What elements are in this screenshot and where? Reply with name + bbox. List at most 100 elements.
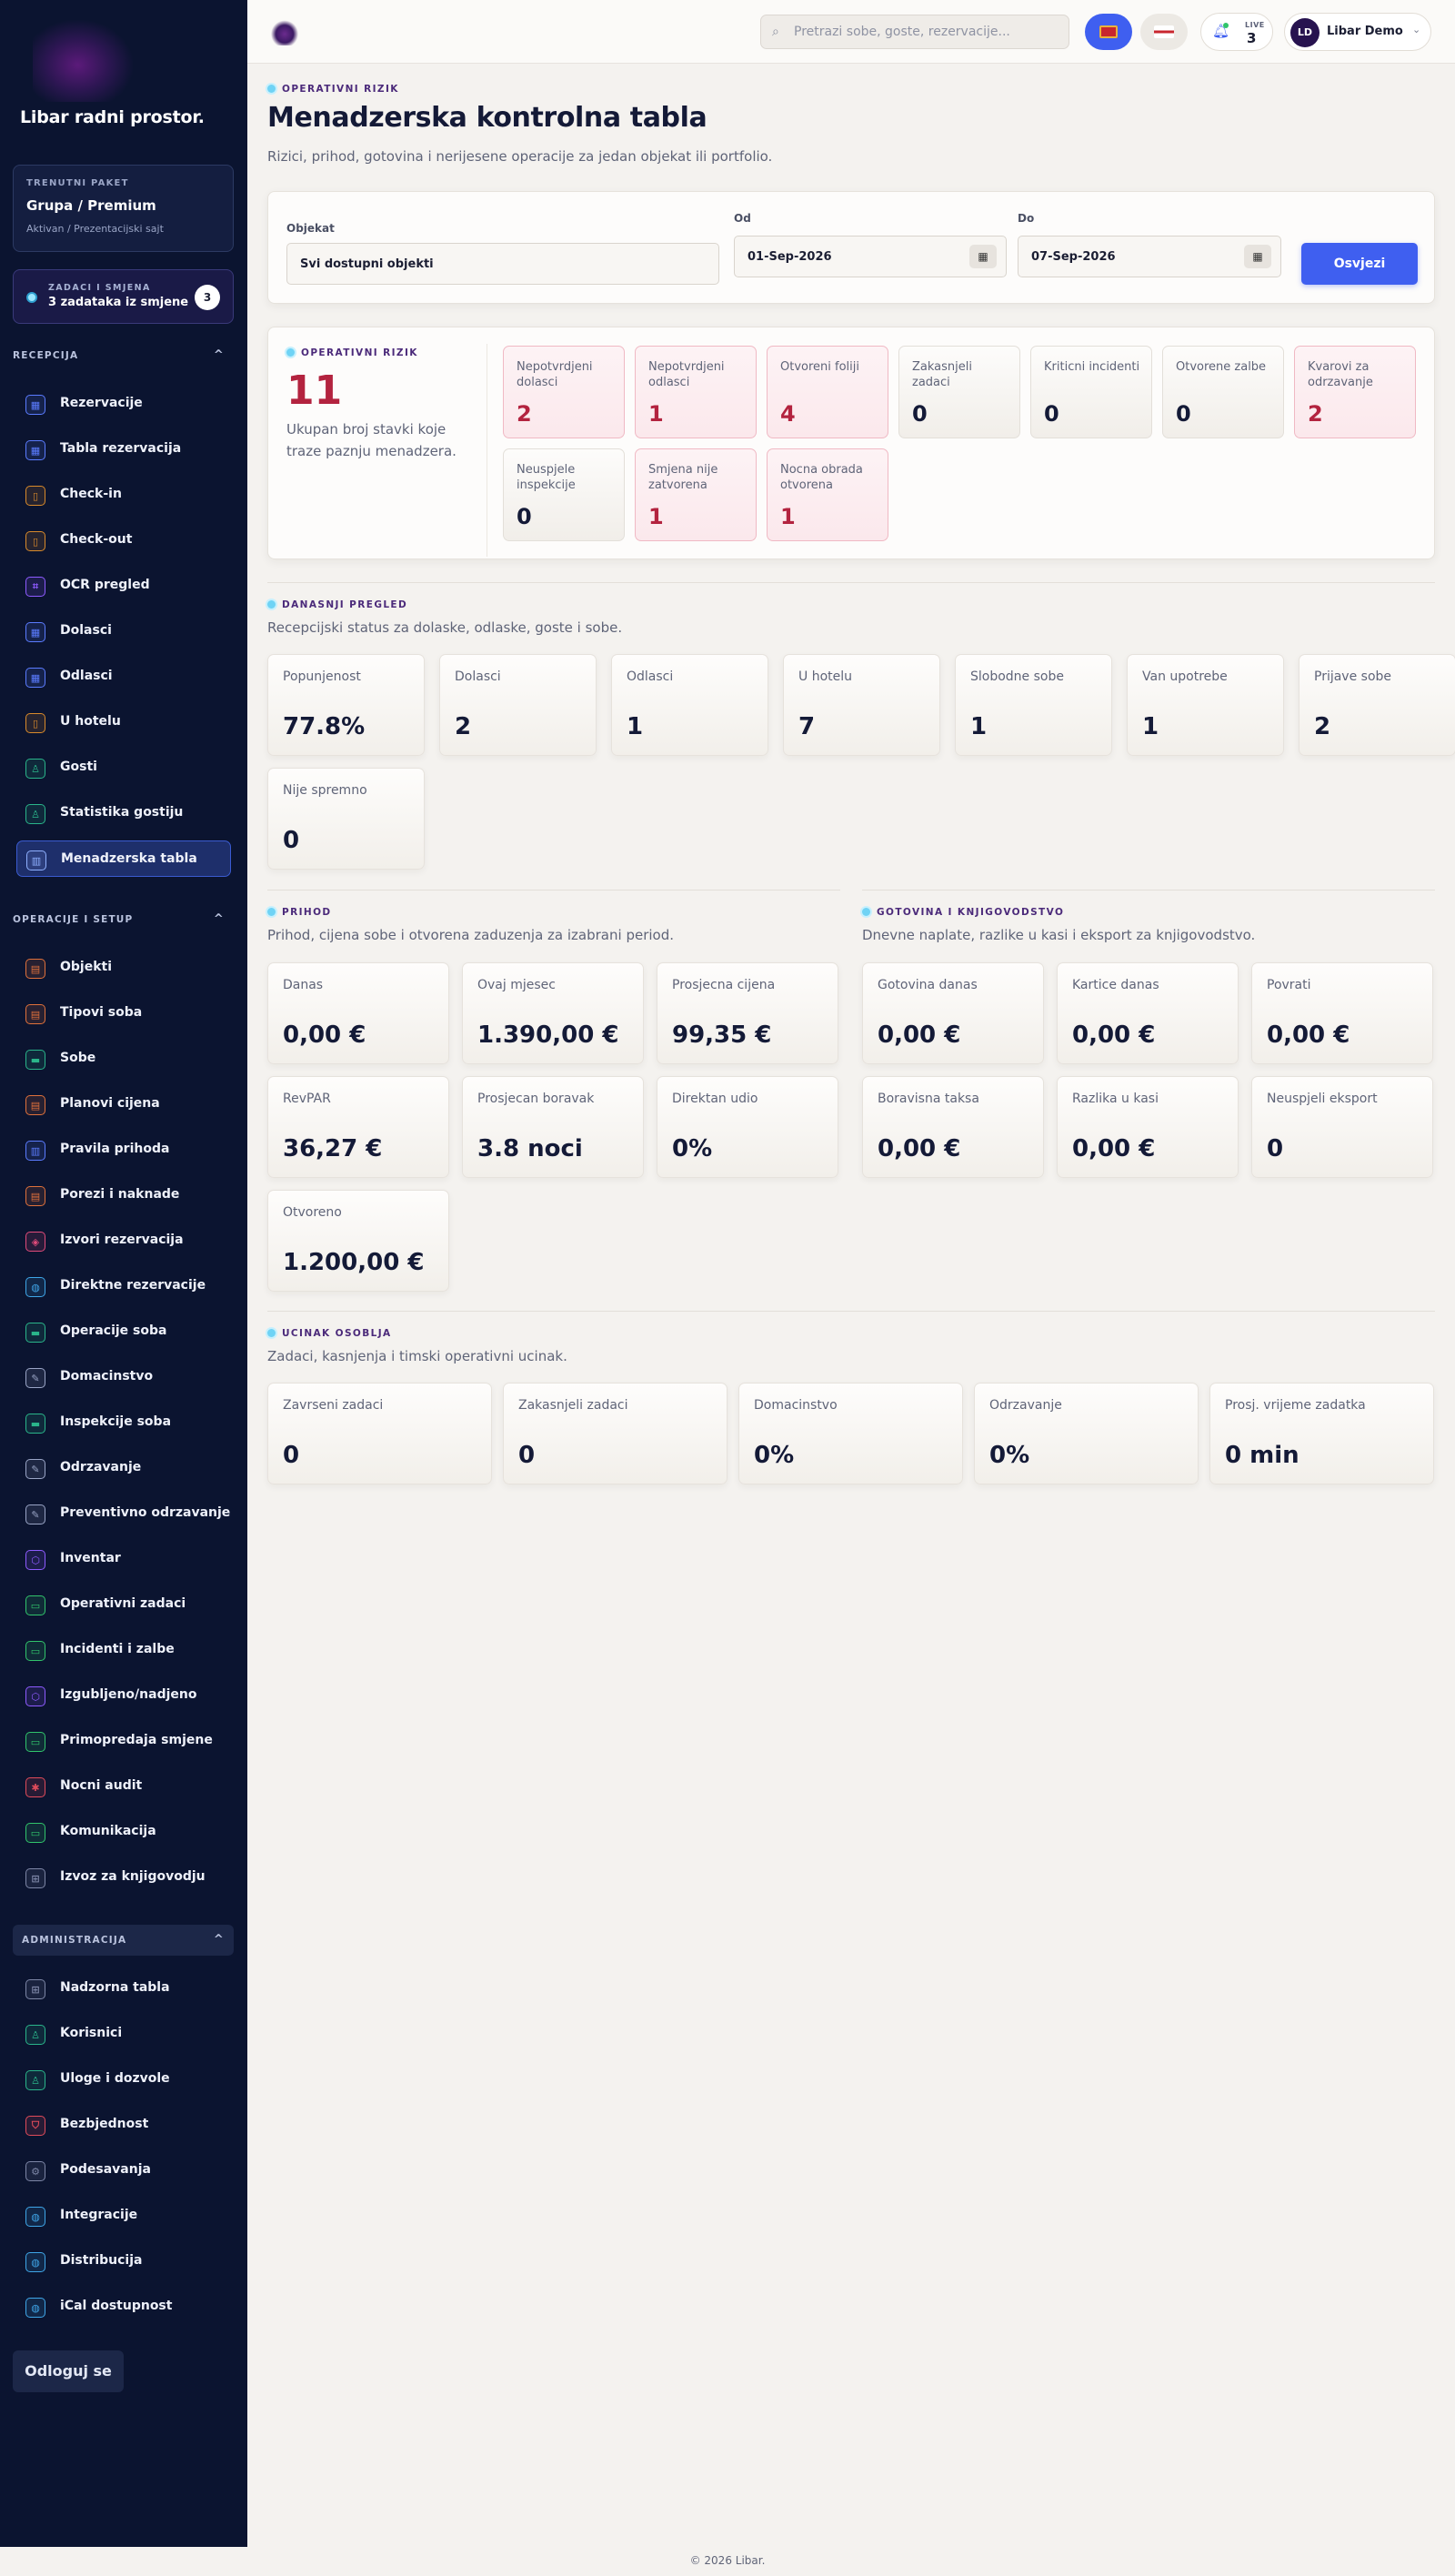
sidebar-item-incidenti-i-zalbe[interactable]: ▭ Incidenti i zalbe: [16, 1632, 231, 1668]
sidebar-item-nadzorna-tabla[interactable]: ⊞ Nadzorna tabla: [16, 1970, 231, 2007]
sidebar-item-label: Integracije: [60, 2208, 138, 2222]
stat-value: 0,00 €: [878, 1135, 961, 1162]
sidebar-item-operativni-zadaci[interactable]: ▭ Operativni zadaci: [16, 1586, 231, 1623]
stat-label: Slobodne sobe: [970, 669, 1064, 684]
sidebar-item-odlasci[interactable]: ▦ Odlasci: [16, 659, 231, 695]
price-icon: ▤: [25, 1186, 45, 1206]
uk-flag-icon: [1154, 25, 1174, 38]
risk-card-nocna-obrada-otvorena[interactable]: Nocna obrada otvorena 1: [767, 448, 888, 541]
sidebar-item-integracije[interactable]: ◍ Integracije: [16, 2198, 231, 2234]
stat-value: 1: [1142, 713, 1159, 740]
sidebar-item-izvoz-za-knjigovodju[interactable]: ⊞ Izvoz za knjigovodju: [16, 1859, 231, 1896]
search-input[interactable]: ⌕ Pretrazi sobe, goste, rezervacije...: [760, 15, 1069, 49]
sidebar-item-objekti[interactable]: ▤ Objekti: [16, 950, 231, 986]
sidebar-item-gosti[interactable]: ♙ Gosti: [16, 750, 231, 786]
section-toggle-admin[interactable]: ADMINISTRACIJA ^: [13, 1925, 234, 1956]
sidebar-item-podesavanja[interactable]: ⚙ Podesavanja: [16, 2152, 231, 2189]
sidebar-item-direktne-rezervacije[interactable]: ◍ Direktne rezervacije: [16, 1268, 231, 1304]
bed-icon: ▬: [25, 1050, 45, 1070]
user-menu-button[interactable]: LD Libar Demo ⌄: [1284, 13, 1431, 51]
calendar-icon[interactable]: ▦: [969, 245, 997, 268]
sidebar-item-rezervacije[interactable]: ▦ Rezervacije: [16, 386, 231, 422]
sidebar-item-tabla-rezervacija[interactable]: ▦ Tabla rezervacija: [16, 431, 231, 468]
stat-value: 0,00 €: [1072, 1135, 1156, 1162]
sidebar-item-primopredaja-smjene[interactable]: ▭ Primopredaja smjene: [16, 1723, 231, 1759]
sidebar-item-komunikacija[interactable]: ▭ Komunikacija: [16, 1814, 231, 1850]
stat-value: 36,27 €: [283, 1135, 383, 1162]
notifications-button[interactable]: 🔔︎ LIVE 3: [1200, 13, 1273, 51]
calendar-icon: ▦: [25, 440, 45, 460]
today-stat-nije-spremno: Nije spremno 0: [267, 768, 425, 870]
refresh-button[interactable]: Osvjezi: [1301, 243, 1418, 285]
stat-label: Domacinstvo: [754, 1398, 838, 1413]
stat-value: 0,00 €: [878, 1021, 961, 1049]
sidebar-item-korisnici[interactable]: ♙ Korisnici: [16, 2016, 231, 2052]
section-toggle-operations[interactable]: OPERACIJE I SETUP ^: [13, 912, 234, 926]
sidebar-item-check-out[interactable]: ▯ Check-out: [16, 522, 231, 558]
section-toggle-reception[interactable]: RECEPCIJA ^: [13, 348, 234, 362]
risk-card-nepotvrdjeni-dolasci[interactable]: Nepotvrdjeni dolasci 2: [503, 346, 625, 438]
language-montenegrin-button[interactable]: [1085, 14, 1132, 50]
box-icon: ⬡: [25, 1686, 45, 1706]
chat-icon: ▭: [25, 1595, 45, 1615]
from-date-input[interactable]: 01-Sep-2026 ▦: [734, 236, 1007, 277]
sidebar-item-dolasci[interactable]: ▦ Dolasci: [16, 613, 231, 649]
page-subtitle: Rizici, prihod, gotovina i nerijesene op…: [267, 148, 773, 165]
sidebar-item-label: Operativni zadaci: [60, 1596, 186, 1611]
sidebar-item-domacinstvo[interactable]: ✎ Domacinstvo: [16, 1359, 231, 1395]
sidebar-item-preventivno-odrzavanje[interactable]: ✎ Preventivno odrzavanje: [16, 1495, 231, 1532]
sidebar-item-izvori-rezervacija[interactable]: ◈ Izvori rezervacija: [16, 1223, 231, 1259]
sidebar-item-distribucija[interactable]: ◍ Distribucija: [16, 2243, 231, 2279]
language-english-button[interactable]: [1140, 14, 1188, 50]
today-stat-slobodne-sobe: Slobodne sobe 1: [955, 654, 1112, 756]
sidebar-item-pravila-prihoda[interactable]: ▥ Pravila prihoda: [16, 1132, 231, 1168]
calendar-icon[interactable]: ▦: [1244, 245, 1271, 268]
sidebar-item-tipovi-soba[interactable]: ▤ Tipovi soba: [16, 995, 231, 1031]
to-date-input[interactable]: 07-Sep-2026 ▦: [1018, 236, 1281, 277]
property-select[interactable]: Svi dostupni objekti: [286, 243, 719, 285]
sidebar-item-sobe[interactable]: ▬ Sobe: [16, 1041, 231, 1077]
stat-label: Danas: [283, 978, 324, 992]
today-stat-van-upotrebe: Van upotrebe 1: [1127, 654, 1284, 756]
sidebar-item-uloge-i-dozvole[interactable]: ♙ Uloge i dozvole: [16, 2061, 231, 2098]
door-icon: ▯: [25, 486, 45, 506]
risk-card-smjena-nije-zatvorena[interactable]: Smjena nije zatvorena 1: [635, 448, 757, 541]
sidebar-item-label: iCal dostupnost: [60, 2299, 173, 2313]
app-logo[interactable]: [271, 20, 298, 45]
sidebar-item-nocni-audit[interactable]: ✱ Nocni audit: [16, 1768, 231, 1805]
logout-button[interactable]: Odloguj se: [13, 2350, 124, 2392]
sidebar-item-planovi-cijena[interactable]: ▤ Planovi cijena: [16, 1086, 231, 1122]
sidebar-item-label: Izvori rezervacija: [60, 1233, 184, 1247]
sidebar-item-inspekcije-soba[interactable]: ▬ Inspekcije soba: [16, 1404, 231, 1441]
sidebar-item-operacije-soba[interactable]: ▬ Operacije soba: [16, 1313, 231, 1350]
staff-stat-prosj-vrijeme-zadatka: Prosj. vrijeme zadatka 0 min: [1209, 1383, 1434, 1484]
risk-card-neuspjele-inspekcije[interactable]: Neuspjele inspekcije 0: [503, 448, 625, 541]
sidebar-item-menadzerska-tabla[interactable]: ▥ Menadzerska tabla: [16, 840, 231, 877]
risk-card-label: Nepotvrdjeni dolasci: [517, 360, 593, 389]
sidebar-item-izgubljeno-nadjeno[interactable]: ⬡ Izgubljeno/nadjeno: [16, 1677, 231, 1714]
risk-card-otvoreni-foliji[interactable]: Otvoreni foliji 4: [767, 346, 888, 438]
sidebar-item-inventar[interactable]: ⬡ Inventar: [16, 1541, 231, 1577]
risk-card-kriticni-incidenti[interactable]: Kriticni incidenti 0: [1030, 346, 1152, 438]
sidebar-item-ocr-pregled[interactable]: ⌗ OCR pregled: [16, 568, 231, 604]
sidebar-item-statistika-gostiju[interactable]: ♙ Statistika gostiju: [16, 795, 231, 831]
shift-tasks-button[interactable]: ZADACI I SMJENA 3 zadataka iz smjene 3: [13, 269, 234, 324]
user-icon: ♙: [25, 804, 45, 824]
sidebar-item-porezi-i-naknade[interactable]: ▤ Porezi i naknade: [16, 1177, 231, 1213]
risk-card-zakasnjeli-zadaci[interactable]: Zakasnjeli zadaci 0: [898, 346, 1020, 438]
stat-value: 3.8 noci: [477, 1135, 583, 1162]
sidebar-item-ical-dostupnost[interactable]: ◍ iCal dostupnost: [16, 2289, 231, 2325]
stat-value: 1.390,00 €: [477, 1021, 619, 1049]
globe-icon: ◍: [25, 1277, 45, 1297]
risk-card-otvorene-zalbe[interactable]: Otvorene zalbe 0: [1162, 346, 1284, 438]
live-dot-icon: [1223, 23, 1229, 28]
sidebar-item-odrzavanje[interactable]: ✎ Odrzavanje: [16, 1450, 231, 1486]
sidebar-item-bezbjednost[interactable]: ⛉ Bezbjednost: [16, 2107, 231, 2143]
sidebar-item-check-in[interactable]: ▯ Check-in: [16, 477, 231, 513]
risk-card-kvarovi-za-odrzavanje[interactable]: Kvarovi za odrzavanje 2: [1294, 346, 1416, 438]
risk-card-nepotvrdjeni-odlasci[interactable]: Nepotvrdjeni odlasci 1: [635, 346, 757, 438]
sidebar-item-u-hotelu[interactable]: ▯ U hotelu: [16, 704, 231, 740]
today-eyebrow: DANASNJI PREGLED: [267, 599, 407, 610]
risk-card-label: Kriticni incidenti: [1044, 360, 1140, 374]
brand-logo: [33, 20, 133, 102]
